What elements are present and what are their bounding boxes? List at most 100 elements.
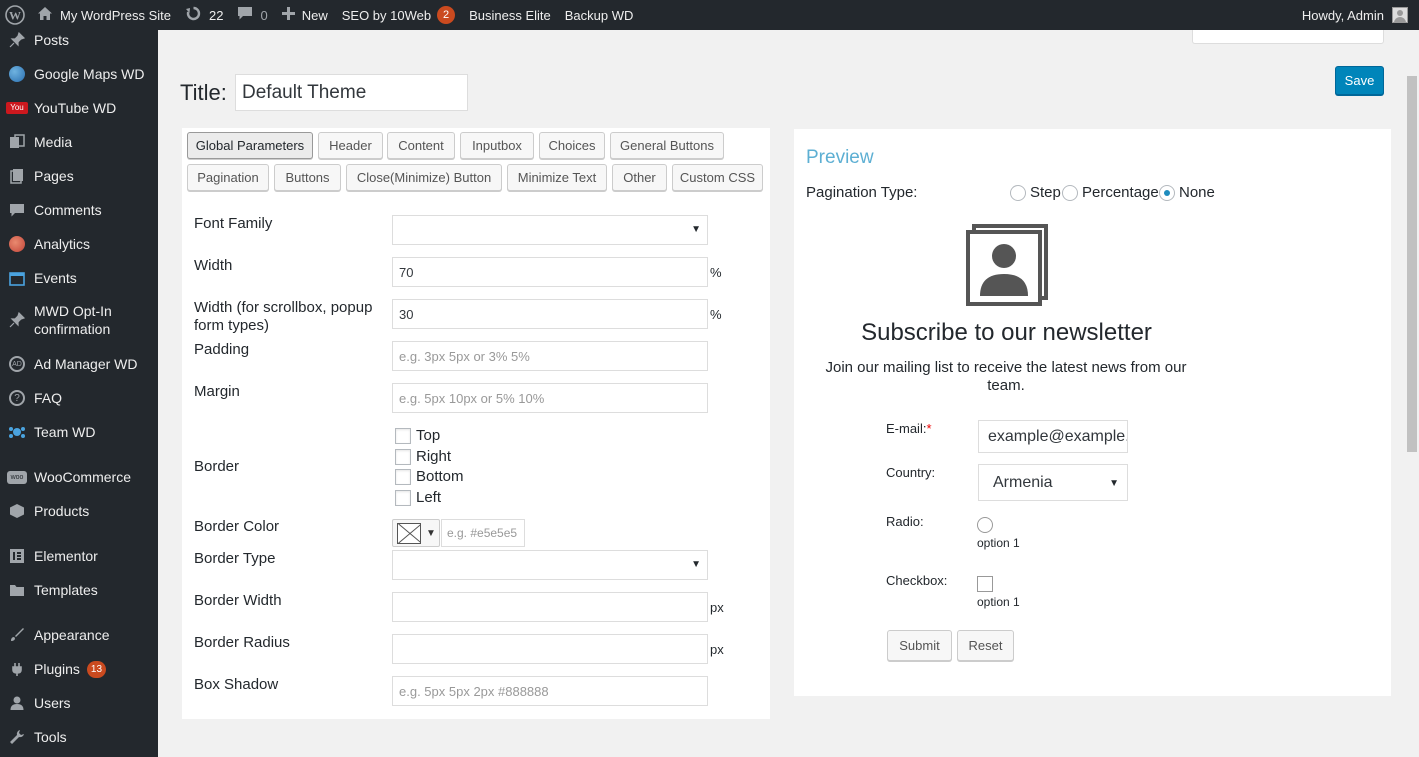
checkbox-box[interactable] (395, 427, 411, 444)
tab-inputbox[interactable]: Inputbox (460, 132, 534, 159)
tab-general-buttons[interactable]: General Buttons (610, 132, 724, 159)
width-label: Width (194, 257, 233, 274)
tab-minimize-text[interactable]: Minimize Text (507, 164, 607, 191)
font-family-label: Font Family (194, 215, 273, 232)
seo-notification-badge: 2 (437, 6, 456, 24)
checkbox-box[interactable] (395, 468, 411, 485)
sidebar-item-label: Media (34, 134, 73, 150)
pagination-step-radio[interactable]: Step (1010, 184, 1061, 201)
sidebar-item-label: Products (34, 503, 90, 519)
comments-count: 0 (260, 7, 268, 23)
tab-global-parameters[interactable]: Global Parameters (187, 132, 313, 159)
new-content-link[interactable]: New (275, 0, 335, 30)
margin-input[interactable]: e.g. 5px 10px or 5% 10% (392, 383, 708, 413)
sidebar-item-posts[interactable]: Posts (0, 31, 158, 49)
sidebar-item-templates[interactable]: Templates (0, 581, 158, 599)
business-elite-label: Business Elite (469, 7, 551, 23)
tab-choices[interactable]: Choices (539, 132, 605, 159)
tab-content[interactable]: Content (387, 132, 455, 159)
backup-wd-link[interactable]: Backup WD (558, 0, 641, 30)
howdy-text: Howdy, Admin (1301, 7, 1384, 23)
radio-button-checked[interactable] (1159, 184, 1175, 201)
sidebar-item-team-wd[interactable]: Team WD (0, 423, 158, 441)
country-label: Country: (886, 465, 936, 480)
sidebar-item-pages[interactable]: Pages (0, 167, 158, 185)
pin-icon (0, 312, 34, 328)
sidebar-item-faq[interactable]: ? FAQ (0, 389, 158, 407)
font-family-select[interactable]: ▼ (392, 215, 708, 245)
border-bottom-checkbox[interactable]: Bottom (395, 468, 464, 485)
border-bottom-label: Bottom (416, 468, 464, 485)
sidebar-item-media[interactable]: Media (0, 133, 158, 151)
sidebar-item-ad-manager-wd[interactable]: AD Ad Manager WD (0, 355, 158, 373)
checkbox-field-label: Checkbox: (886, 573, 948, 588)
reset-button[interactable]: Reset (957, 630, 1014, 661)
sidebar-item-tools[interactable]: Tools (0, 728, 158, 746)
sidebar-item-youtube-wd[interactable]: You YouTube WD (0, 99, 158, 117)
radio-button[interactable] (1010, 184, 1026, 201)
business-elite-link[interactable]: Business Elite (462, 0, 558, 30)
border-type-select[interactable]: ▼ (392, 550, 708, 580)
sidebar-item-users[interactable]: Users (0, 694, 158, 712)
submit-button[interactable]: Submit (887, 630, 952, 661)
email-input[interactable]: example@example.com (978, 420, 1128, 453)
pagination-none-radio[interactable]: None (1159, 184, 1215, 201)
sidebar-item-mwd-opt-in-confirmation[interactable]: MWD Opt-In confirmation (0, 302, 158, 338)
radio-button[interactable] (1062, 184, 1078, 201)
sidebar-item-google-maps-wd[interactable]: Google Maps WD (0, 65, 158, 83)
tab-buttons[interactable]: Buttons (274, 164, 341, 191)
tab-header[interactable]: Header (318, 132, 383, 159)
comments-link[interactable]: 0 (230, 0, 274, 30)
sidebar-item-appearance[interactable]: Appearance (0, 626, 158, 644)
sidebar-item-analytics[interactable]: Analytics (0, 235, 158, 253)
user-icon (0, 695, 34, 711)
border-width-input[interactable] (392, 592, 708, 622)
email-label: E-mail:* (886, 421, 932, 436)
sidebar-item-woocommerce[interactable]: woo WooCommerce (0, 468, 158, 486)
border-label: Border (194, 458, 240, 475)
border-left-checkbox[interactable]: Left (395, 489, 441, 506)
newsletter-title: Subscribe to our newsletter (861, 319, 1152, 346)
tab-close-minimize-button[interactable]: Close(Minimize) Button (346, 164, 502, 191)
width-scroll-input[interactable]: 30 (392, 299, 708, 329)
site-name-link[interactable]: My WordPress Site (30, 0, 178, 30)
updates-link[interactable]: 22 (178, 0, 230, 30)
sidebar-item-products[interactable]: Products (0, 502, 158, 520)
radio-option-1[interactable] (977, 517, 993, 533)
width-input[interactable]: 70 (392, 257, 708, 287)
border-right-label: Right (416, 448, 452, 465)
checkbox-box[interactable] (395, 448, 411, 465)
chevron-down-icon: ▼ (1109, 478, 1119, 489)
box-icon (0, 503, 34, 519)
color-picker-button[interactable]: ▼ (392, 519, 440, 547)
border-color-input[interactable]: e.g. #e5e5e5 (441, 519, 525, 547)
padding-input[interactable]: e.g. 3px 5px or 3% 5% (392, 341, 708, 371)
tab-pagination[interactable]: Pagination (187, 164, 269, 191)
tab-custom-css[interactable]: Custom CSS (672, 164, 763, 191)
border-right-checkbox[interactable]: Right (395, 448, 451, 465)
save-button[interactable]: Save (1335, 66, 1384, 95)
sidebar-item-comments[interactable]: Comments (0, 201, 158, 219)
tab-other[interactable]: Other (612, 164, 667, 191)
sidebar-item-label: MWD Opt-In confirmation (34, 303, 112, 337)
pagination-percentage-radio[interactable]: Percentage (1062, 184, 1159, 201)
border-radius-unit: px (710, 642, 724, 657)
seo-menu-link[interactable]: SEO by 10Web 2 (335, 0, 462, 30)
wordpress-logo-icon[interactable]: W (0, 0, 30, 30)
border-top-checkbox[interactable]: Top (395, 427, 440, 444)
box-shadow-input[interactable]: e.g. 5px 5px 2px #888888 (392, 676, 708, 706)
my-account-menu[interactable]: Howdy, Admin (1302, 7, 1408, 23)
border-radius-input[interactable] (392, 634, 708, 664)
scrollbar-thumb[interactable] (1407, 76, 1417, 452)
checkbox-box[interactable] (395, 489, 411, 506)
plus-icon (281, 7, 295, 23)
required-marker: * (926, 421, 932, 436)
country-select[interactable]: Armenia ▼ (978, 464, 1128, 501)
brush-icon (0, 627, 34, 643)
sidebar-item-plugins[interactable]: Plugins 13 (0, 660, 158, 678)
title-input[interactable] (235, 74, 468, 111)
sidebar-item-elementor[interactable]: Elementor (0, 547, 158, 565)
empty-color-swatch-icon (397, 522, 421, 544)
sidebar-item-events[interactable]: Events (0, 269, 158, 287)
checkbox-option-1[interactable] (977, 576, 993, 592)
